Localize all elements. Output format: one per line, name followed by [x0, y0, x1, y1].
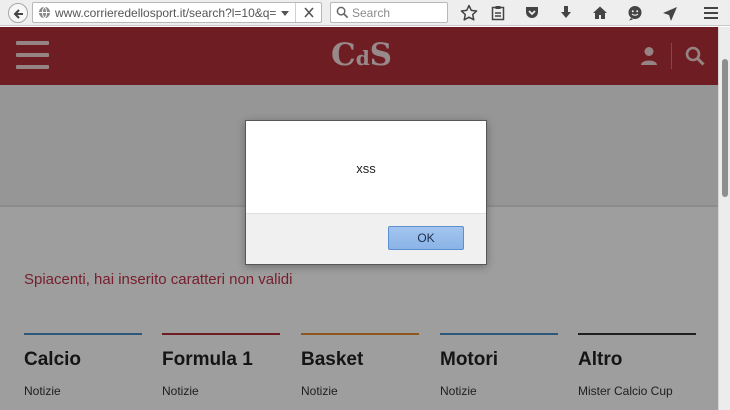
downloads-button[interactable] — [555, 3, 577, 23]
reading-list-button[interactable] — [487, 3, 509, 23]
clipboard-icon — [491, 6, 505, 21]
alert-message: xss — [356, 161, 376, 176]
back-button[interactable] — [8, 3, 28, 23]
search-placeholder: Search — [352, 6, 391, 20]
stop-button[interactable] — [295, 3, 321, 22]
menu-button[interactable] — [700, 3, 722, 23]
url-bar[interactable]: www.corrieredellosport.it/search?l=10&q= — [32, 2, 322, 23]
browser-window: www.corrieredellosport.it/search?l=10&q=… — [0, 0, 730, 410]
send-button[interactable] — [659, 3, 681, 23]
alert-dialog: xss OK — [245, 120, 487, 265]
globe-icon — [38, 6, 51, 19]
browser-toolbar: www.corrieredellosport.it/search?l=10&q=… — [0, 0, 730, 26]
chat-button[interactable] — [624, 3, 646, 23]
download-icon — [561, 6, 571, 18]
url-dropdown-icon[interactable] — [279, 6, 291, 20]
back-arrow-icon — [13, 9, 23, 19]
menu-icon — [704, 7, 718, 19]
alert-footer: OK — [246, 213, 486, 264]
pocket-icon — [526, 7, 538, 18]
chat-smiley-icon — [628, 6, 642, 21]
pocket-button[interactable] — [521, 3, 543, 23]
scrollbar-thumb[interactable] — [722, 59, 728, 197]
star-icon — [460, 4, 478, 21]
send-arrow-icon — [663, 7, 677, 21]
home-button[interactable] — [589, 3, 611, 23]
page-scrollbar[interactable] — [718, 27, 730, 410]
browser-search-box[interactable]: Search — [330, 2, 448, 23]
ok-button[interactable]: OK — [388, 226, 464, 250]
bookmark-star-button[interactable] — [458, 3, 480, 23]
close-icon — [304, 7, 314, 18]
home-icon — [593, 6, 607, 19]
url-text[interactable]: www.corrieredellosport.it/search?l=10&q= — [55, 6, 277, 20]
search-icon — [336, 6, 349, 19]
